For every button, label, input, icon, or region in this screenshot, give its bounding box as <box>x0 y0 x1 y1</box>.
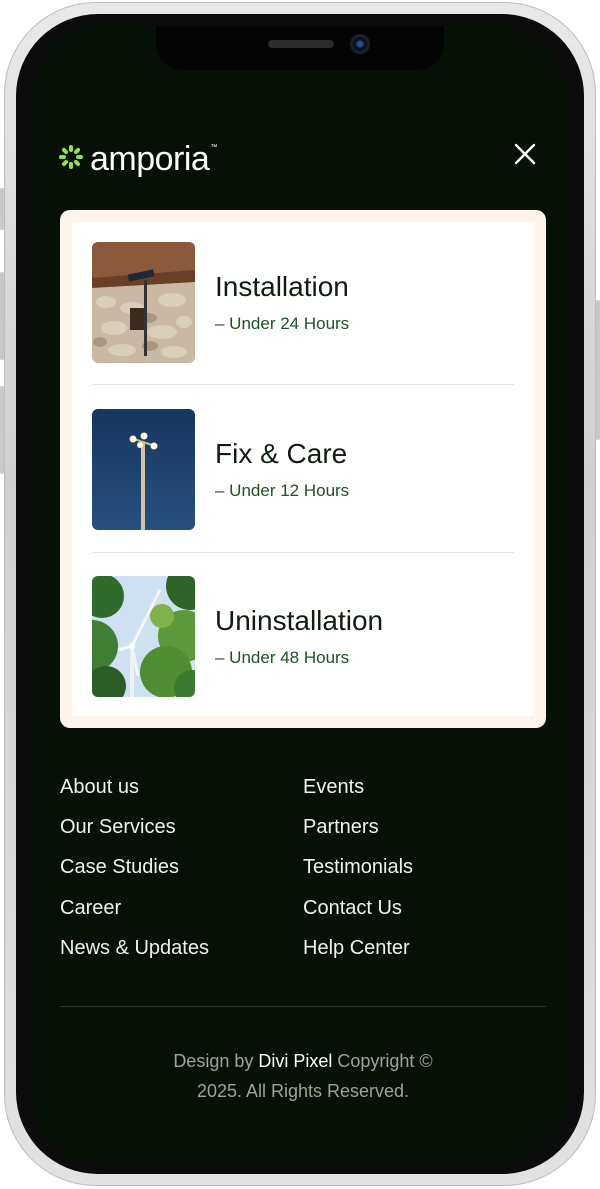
divi-pixel-link[interactable]: Divi Pixel <box>258 1051 332 1071</box>
service-image-installation <box>92 241 195 363</box>
close-menu-button[interactable] <box>510 142 540 172</box>
nav-link-about-us[interactable]: About us <box>60 774 139 800</box>
logo-wordmark: amporia <box>90 140 210 178</box>
earpiece-speaker <box>268 40 334 48</box>
nav-link-events[interactable]: Events <box>303 774 364 800</box>
service-item-installation[interactable]: Installation – Under 24 Hours <box>92 241 514 363</box>
nav-link-news-updates[interactable]: News & Updates <box>60 935 209 961</box>
copyright-prefix: Design by <box>173 1051 259 1071</box>
nav-link-testimonials[interactable]: Testimonials <box>303 854 413 880</box>
silent-switch <box>0 188 4 230</box>
copyright-suffix: Copyright © <box>332 1051 433 1071</box>
service-image-uninstallation <box>92 575 195 697</box>
services-card: Installation – Under 24 Hours Fix & Care… <box>60 210 546 728</box>
site-logo[interactable]: amporia ™ <box>58 140 217 179</box>
copyright-line-2: 2025. All Rights Reserved. <box>196 1081 410 1101</box>
divider <box>92 384 514 385</box>
service-duration: – Under 24 Hours <box>215 314 350 333</box>
nav-link-case-studies[interactable]: Case Studies <box>60 854 179 880</box>
service-duration: – Under 48 Hours <box>215 648 350 667</box>
trademark-mark: ™ <box>210 144 218 151</box>
volume-up-button <box>0 272 4 360</box>
service-title: Fix & Care <box>215 438 348 469</box>
close-icon <box>513 140 537 173</box>
notch <box>156 26 444 70</box>
copyright-text: Design by Divi Pixel Copyright © 2025. A… <box>60 1046 546 1106</box>
nav-link-help-center[interactable]: Help Center <box>303 935 410 961</box>
copyright-line-1: Design by Divi Pixel Copyright © <box>60 1046 546 1076</box>
nav-link-contact-us[interactable]: Contact Us <box>303 895 402 921</box>
volume-down-button <box>0 386 4 474</box>
services-card-inner: Installation – Under 24 Hours Fix & Care… <box>72 222 534 716</box>
power-button <box>596 300 600 440</box>
nav-link-partners[interactable]: Partners <box>303 814 379 840</box>
footer-divider <box>60 1006 546 1007</box>
nav-link-career[interactable]: Career <box>60 895 121 921</box>
service-title: Installation <box>215 271 349 302</box>
nav-link-our-services[interactable]: Our Services <box>60 814 176 840</box>
divider <box>92 552 514 553</box>
service-title: Uninstallation <box>215 605 384 636</box>
front-camera <box>350 34 370 54</box>
service-image-fix-and-care <box>92 408 195 530</box>
sunburst-logo-icon <box>58 144 84 175</box>
service-duration: – Under 12 Hours <box>215 481 350 500</box>
service-item-fix-and-care[interactable]: Fix & Care – Under 12 Hours <box>92 408 514 530</box>
service-item-uninstallation[interactable]: Uninstallation – Under 48 Hours <box>92 575 514 697</box>
